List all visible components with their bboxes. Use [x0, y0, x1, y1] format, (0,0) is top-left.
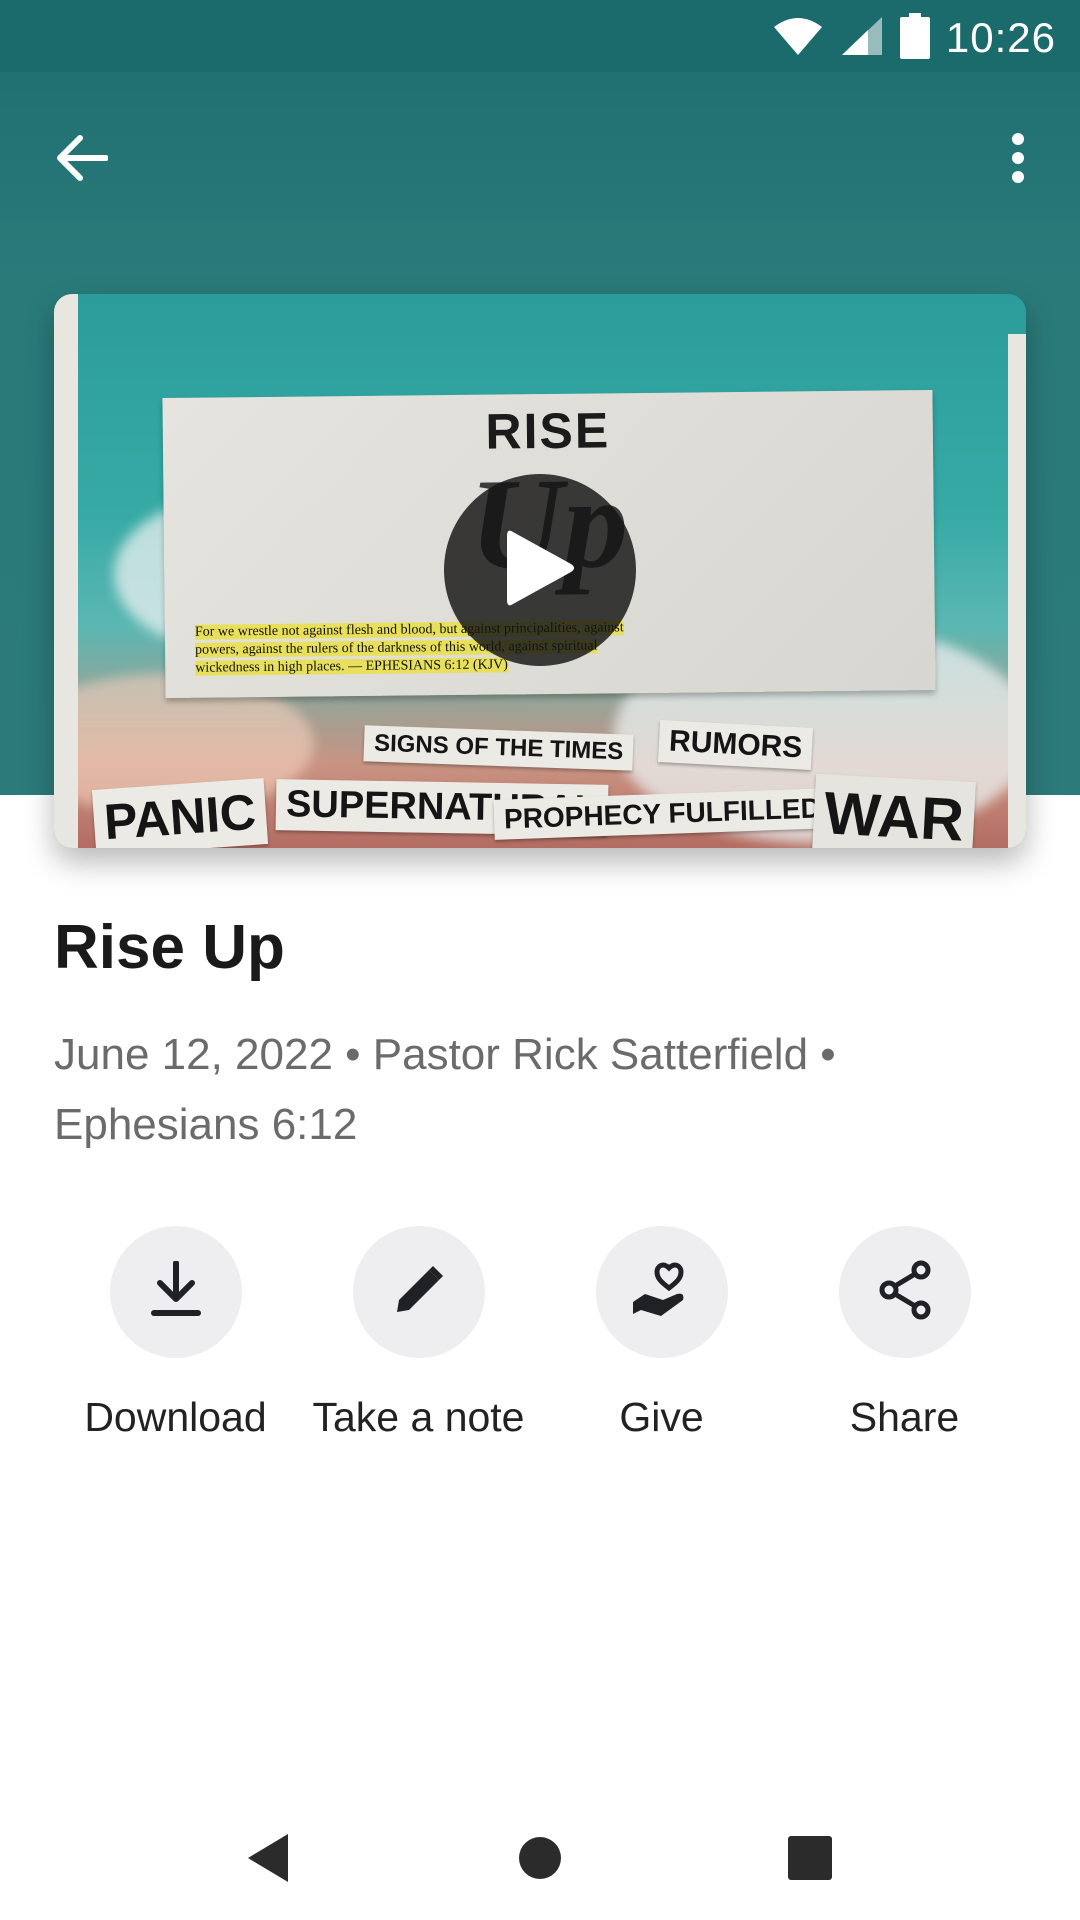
download-icon: [150, 1259, 202, 1324]
take-note-circle[interactable]: [352, 1226, 485, 1358]
status-bar: 10:26: [0, 0, 1080, 72]
sermon-meta: June 12, 2022 • Pastor Rick Satterfield …: [54, 1020, 1014, 1160]
download-label: Download: [84, 1394, 267, 1440]
circle-home-icon: [517, 1835, 563, 1886]
triangle-back-icon: [244, 1832, 292, 1889]
status-time: 10:26: [945, 14, 1056, 61]
clipping-war: WAR: [812, 773, 976, 848]
verse-line: wickedness in high places. — EPHESIANS 6…: [195, 657, 508, 676]
torn-newspaper-edge: [54, 294, 78, 848]
system-navigation-bar: [0, 1800, 1080, 1920]
clipping-rumors: RUMORS: [658, 720, 814, 770]
share-circle[interactable]: [838, 1226, 971, 1358]
download-button[interactable]: Download: [54, 1226, 297, 1466]
torn-newspaper-edge: [1008, 334, 1026, 848]
take-note-button[interactable]: Take a note: [297, 1226, 540, 1466]
give-button[interactable]: Give: [540, 1226, 783, 1466]
share-button[interactable]: Share: [783, 1226, 1026, 1466]
arrow-left-icon: [56, 134, 109, 186]
sermon-meta-line: June 12, 2022 • Pastor Rick Satterfield …: [54, 1030, 836, 1079]
more-vert-icon: [1010, 132, 1026, 188]
give-heart-hand-icon: [631, 1260, 693, 1325]
pencil-icon: [393, 1264, 445, 1321]
play-button[interactable]: [444, 474, 636, 666]
app-bar: [0, 72, 1080, 240]
sermon-meta-line: Ephesians 6:12: [54, 1100, 358, 1149]
back-button[interactable]: [40, 118, 124, 202]
nav-home-button[interactable]: [498, 1818, 582, 1902]
signal-icon: [840, 15, 884, 62]
clipping-panic: PANIC: [91, 778, 268, 848]
give-label: Give: [619, 1394, 704, 1440]
play-icon: [505, 528, 575, 613]
clipping-signs: SIGNS OF THE TIMES: [363, 725, 634, 771]
take-note-label: Take a note: [312, 1394, 525, 1440]
share-icon: [877, 1260, 933, 1325]
square-recents-icon: [787, 1835, 833, 1886]
share-label: Share: [849, 1394, 960, 1440]
battery-icon: [899, 12, 930, 64]
action-row: Download Take a note Give Share: [54, 1226, 1026, 1466]
sermon-title: Rise Up: [54, 913, 285, 982]
download-circle[interactable]: [109, 1226, 242, 1358]
more-options-button[interactable]: [976, 118, 1060, 202]
give-circle[interactable]: [595, 1226, 728, 1358]
nav-back-button[interactable]: [226, 1818, 310, 1902]
sermon-artwork[interactable]: RISE Up For we wrestle not against flesh…: [54, 294, 1026, 848]
wifi-icon: [772, 15, 824, 62]
nav-recents-button[interactable]: [768, 1818, 852, 1902]
